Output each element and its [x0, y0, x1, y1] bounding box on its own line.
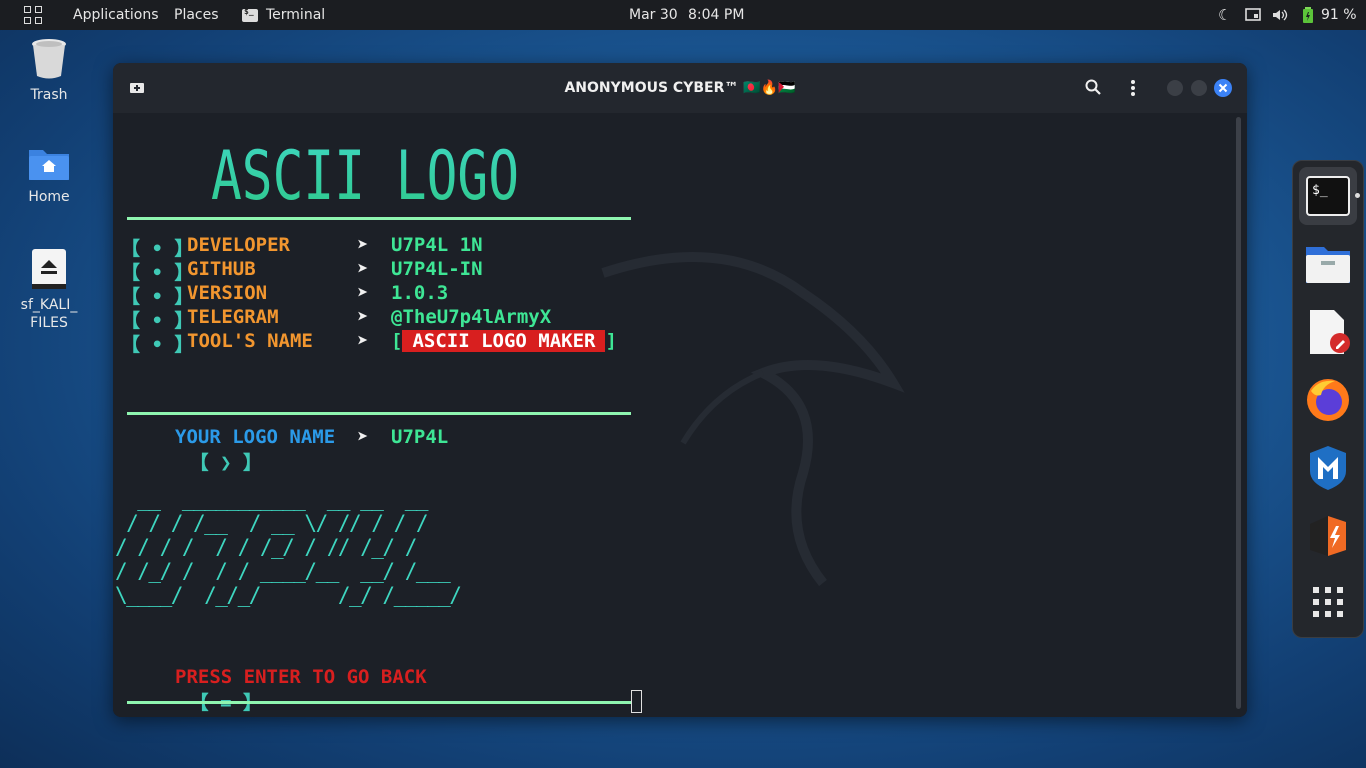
app-grid-icon[interactable]	[24, 6, 42, 24]
home-folder-icon	[29, 150, 69, 180]
back-text: PRESS ENTER TO GO BACK	[175, 666, 427, 688]
terminal-app-menu[interactable]: Terminal	[242, 0, 325, 30]
text-editor-icon	[1310, 310, 1350, 354]
app-grid-icon	[1313, 587, 1343, 617]
burpsuite-icon	[1310, 516, 1346, 556]
info-bullet: 【 • 】	[121, 310, 194, 332]
screen-icon[interactable]	[1245, 0, 1261, 30]
trash-icon	[32, 39, 66, 79]
dock-metasploit[interactable]	[1303, 443, 1353, 493]
divider-middle	[127, 412, 631, 415]
dock-text-editor[interactable]	[1303, 307, 1353, 357]
ascii-art-line: / / / /__ / __ \/ // / / /	[115, 511, 428, 535]
close-icon	[1218, 83, 1228, 93]
search-icon[interactable]	[1085, 79, 1101, 99]
info-bullet: 【 • 】	[121, 262, 194, 284]
info-value: 1.0.3	[391, 282, 449, 304]
info-bullet: 【 • 】	[121, 334, 194, 356]
ascii-logo-title: ASCII LOGO	[211, 145, 519, 203]
terminal-scrollbar[interactable]	[1236, 117, 1241, 709]
prompt-arrow: ➤	[357, 426, 369, 448]
dock-firefox[interactable]	[1303, 375, 1353, 425]
night-mode-icon[interactable]: ☾	[1218, 0, 1231, 30]
dock-files[interactable]	[1303, 239, 1353, 289]
minimize-button[interactable]	[1167, 80, 1183, 96]
kali-dragon-watermark	[601, 252, 905, 587]
clock-date[interactable]: Mar 30	[629, 0, 678, 30]
prompt-label: YOUR LOGO NAME	[175, 426, 336, 448]
window-header[interactable]: ANONYMOUS CYBER™ 🇧🇩🔥🇵🇸	[113, 63, 1247, 113]
dock: $_	[1292, 160, 1364, 638]
ascii-art-line: \____/ /_/_/ /_/ /_____/	[115, 583, 462, 607]
desktop-drive[interactable]: sf_KALI_ FILES	[4, 248, 94, 332]
terminal-icon: $_	[1306, 176, 1350, 216]
trash-label: Trash	[30, 87, 68, 103]
info-arrow: ➤	[357, 306, 369, 328]
terminal-window[interactable]: ANONYMOUS CYBER™ 🇧🇩🔥🇵🇸 ASCII LOGO 【 • 】 …	[113, 63, 1247, 717]
desktop-home[interactable]: Home	[4, 146, 94, 206]
info-arrow: ➤	[357, 234, 369, 256]
dock-terminal[interactable]: $_	[1299, 167, 1357, 225]
drive-label-line2: FILES	[30, 315, 68, 331]
home-label: Home	[28, 189, 70, 205]
window-title: ANONYMOUS CYBER™ 🇧🇩🔥🇵🇸	[564, 80, 796, 96]
info-value: @TheU7p4lArmyX	[391, 306, 552, 328]
info-key: DEVELOPER	[187, 234, 290, 256]
ascii-art-line: / /_/ / / / ____/__ __/ /___	[115, 559, 451, 583]
metasploit-icon	[1310, 446, 1346, 490]
maximize-button[interactable]	[1191, 80, 1207, 96]
close-button[interactable]	[1214, 79, 1232, 97]
prompt-value: U7P4L	[391, 426, 449, 448]
info-key: GITHUB	[187, 258, 256, 280]
volume-icon[interactable]	[1272, 0, 1288, 30]
dock-show-apps[interactable]	[1303, 577, 1353, 627]
firefox-icon	[1307, 379, 1349, 421]
ascii-art-line: __ ___________ __ __ __	[115, 487, 428, 511]
info-arrow: ➤	[357, 258, 369, 280]
divider-top	[127, 217, 631, 220]
drive-label-line1: sf_KALI_	[20, 297, 78, 313]
info-value: U7P4L 1N	[391, 234, 483, 256]
tool-name-highlight: ASCII LOGO MAKER	[402, 330, 606, 352]
running-indicator	[1355, 193, 1360, 198]
info-bullet: 【 • 】	[121, 238, 194, 260]
desktop-trash[interactable]: Trash	[4, 36, 94, 104]
divider-bottom	[127, 701, 631, 704]
info-value: U7P4L-IN	[391, 258, 483, 280]
info-arrow: ➤	[357, 282, 369, 304]
prompt-bracket: 【 ❯ 】	[189, 452, 262, 474]
files-icon	[1306, 247, 1350, 283]
info-value: [ASCII LOGO MAKER]	[391, 330, 617, 352]
battery-percent: 91 %	[1321, 7, 1357, 23]
info-key: TOOL'S NAME	[187, 330, 313, 352]
ascii-art-output: __ ___________ __ __ __ / / / /__ / __ \…	[115, 487, 462, 607]
places-menu[interactable]: Places	[174, 0, 219, 30]
text-cursor[interactable]	[631, 690, 642, 713]
info-arrow: ➤	[357, 330, 369, 352]
info-bullet: 【 • 】	[121, 286, 194, 308]
svg-text:ASCII LOGO: ASCII LOGO	[211, 145, 519, 203]
terminal-output[interactable]: ASCII LOGO 【 • 】 DEVELOPER ➤ U7P4L 1N 【 • 】 G…	[113, 113, 1247, 717]
terminal-icon	[242, 7, 258, 22]
terminal-app-label: Terminal	[266, 7, 326, 23]
menu-kebab-icon[interactable]	[1130, 79, 1136, 101]
info-key: VERSION	[187, 282, 268, 304]
info-key: TELEGRAM	[187, 306, 279, 328]
battery-icon[interactable]	[1302, 0, 1314, 30]
svg-text:$_: $_	[1312, 183, 1328, 198]
clock-time[interactable]: 8:04 PM	[688, 0, 744, 30]
ascii-art-line: / / / / / / /_/ / // /_/ /	[115, 535, 417, 559]
dock-burpsuite[interactable]	[1303, 511, 1353, 561]
top-panel: Applications Places Terminal Mar 30 8:04…	[0, 0, 1366, 30]
eject-drive-icon	[32, 249, 66, 289]
applications-menu[interactable]: Applications	[73, 0, 159, 30]
